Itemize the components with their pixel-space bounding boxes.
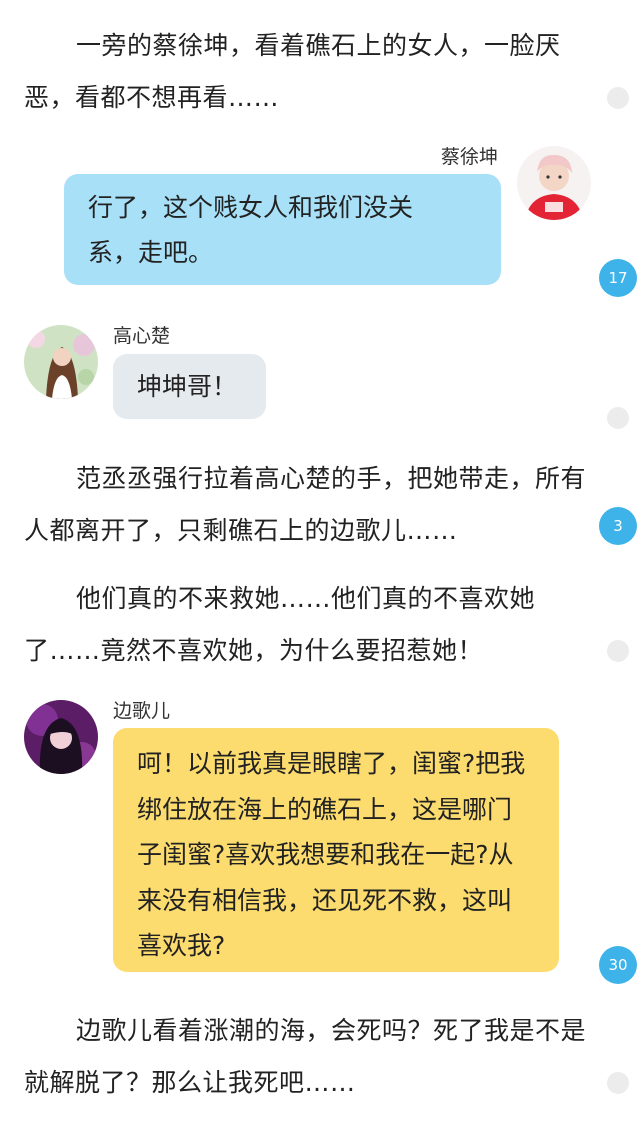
chat-bubble-bian: 呵！以前我真是眼瞎了，闺蜜?把我绑住放在海上的礁石上，这是哪门子闺蜜?喜欢我想要…: [113, 728, 559, 972]
narration-paragraph: 边歌儿看着涨潮的海，会死吗？死了我是不是就解脱了？那么让我死吧……: [24, 1016, 587, 1097]
comment-badge-empty[interactable]: [607, 1072, 629, 1094]
chat-bubble-cai: 行了，这个贱女人和我们没关系，走吧。: [64, 174, 501, 285]
avatar-image: [24, 325, 98, 399]
avatar-bian[interactable]: [24, 700, 98, 774]
speaker-name-bian: 边歌儿: [113, 700, 171, 722]
comment-count-badge[interactable]: 17: [599, 259, 637, 297]
avatar-image: [517, 146, 591, 220]
narration-paragraph: 范丞丞强行拉着高心楚的手，把她带走，所有人都离开了，只剩礁石上的边歌儿……: [24, 464, 587, 545]
avatar-gao[interactable]: [24, 325, 98, 399]
comment-count-badge[interactable]: 30: [599, 946, 637, 984]
narration-paragraph: 他们真的不来救她……他们真的不喜欢她了……竟然不喜欢她，为什么要招惹她！: [24, 584, 536, 665]
comment-badge-empty[interactable]: [607, 407, 629, 429]
comment-count-badge[interactable]: 3: [599, 507, 637, 545]
narration-paragraph: 一旁的蔡徐坤，看着礁石上的女人，一脸厌恶，看都不想再看……: [24, 31, 561, 112]
speaker-name-gao: 高心楚: [113, 325, 171, 347]
chat-bubble-gao: 坤坤哥！: [113, 354, 266, 419]
comment-badge-empty[interactable]: [607, 87, 629, 109]
avatar-cai[interactable]: [517, 146, 591, 220]
avatar-image: [24, 700, 98, 774]
speaker-name-cai: 蔡徐坤: [441, 146, 499, 168]
comment-badge-empty[interactable]: [607, 640, 629, 662]
